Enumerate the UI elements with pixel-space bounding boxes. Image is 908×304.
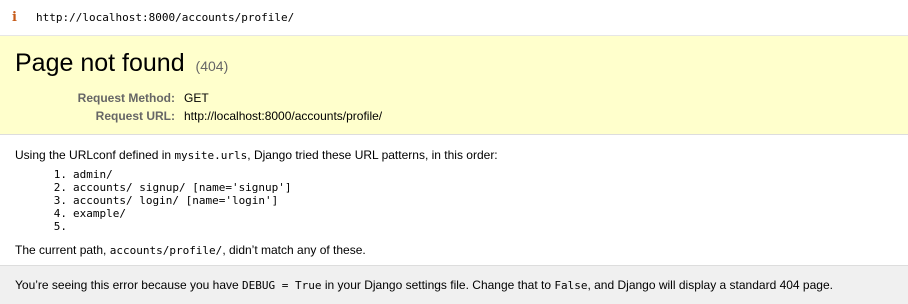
pattern-text: accounts/ login/ [name='login'] (73, 194, 279, 207)
request-method-label: Request Method: (77, 91, 175, 105)
request-method-value: GET (184, 91, 209, 105)
page-title-text: Page not found (15, 49, 185, 77)
pattern-text: example/ (73, 207, 126, 220)
current-path: accounts/profile/ (109, 244, 223, 257)
url-pattern-item: 3. accounts/ login/ [name='login'] (47, 194, 292, 207)
explanation-text: You’re seeing this error because you hav… (15, 277, 833, 294)
url-pattern-item: 4. example/ (47, 207, 292, 220)
url-pattern-item: 5. (47, 220, 292, 233)
status-code: (404) (195, 58, 229, 74)
error-info: Using the URLconf defined in mysite.urls… (0, 135, 908, 265)
urlconf-name: mysite.urls (174, 149, 248, 162)
debug-setting: DEBUG = True (242, 279, 322, 292)
request-url-label: Request URL: (95, 109, 175, 123)
intro-text-before: Using the URLconf defined in (15, 148, 175, 162)
page-title: Page not found (404) (15, 48, 228, 81)
false-value: False (554, 279, 588, 292)
pattern-number: 2. (53, 181, 67, 194)
pattern-number: 4. (53, 207, 67, 220)
url-pattern-item: 2. accounts/ signup/ [name='signup'] (47, 181, 292, 194)
info-icon[interactable]: i (12, 10, 17, 26)
explanation-part-2: in your Django settings file. Change tha… (321, 278, 555, 292)
pattern-text: admin/ (73, 168, 113, 181)
pattern-number: 5. (53, 220, 67, 233)
result-text-after: , didn’t match any of these. (222, 243, 366, 257)
urlconf-intro: Using the URLconf defined in mysite.urls… (15, 147, 498, 164)
url-pattern-list: 1. admin/ 2. accounts/ signup/ [name='sign… (47, 168, 292, 233)
explanation-part-3: , and Django will display a standard 404… (587, 278, 833, 292)
pattern-text: accounts/ signup/ [name='signup'] (73, 181, 292, 194)
pattern-number: 3. (53, 194, 67, 207)
address-bar[interactable]: i http://localhost:8000/accounts/profile… (0, 0, 908, 36)
address-url[interactable]: http://localhost:8000/accounts/profile/ (36, 11, 294, 25)
pattern-number: 1. (53, 168, 67, 181)
intro-text-after: , Django tried these URL patterns, in th… (247, 148, 498, 162)
path-result-text: The current path, accounts/profile/, did… (15, 242, 366, 259)
debug-explanation: You’re seeing this error because you hav… (0, 265, 908, 304)
url-pattern-item: 1. admin/ (47, 168, 292, 181)
result-text-before: The current path, (15, 243, 110, 257)
explanation-part-1: You’re seeing this error because you hav… (15, 278, 243, 292)
request-url-value: http://localhost:8000/accounts/profile/ (184, 109, 383, 123)
error-page: i http://localhost:8000/accounts/profile… (0, 0, 908, 304)
error-summary: Page not found (404) Request Method: GET… (0, 36, 908, 135)
